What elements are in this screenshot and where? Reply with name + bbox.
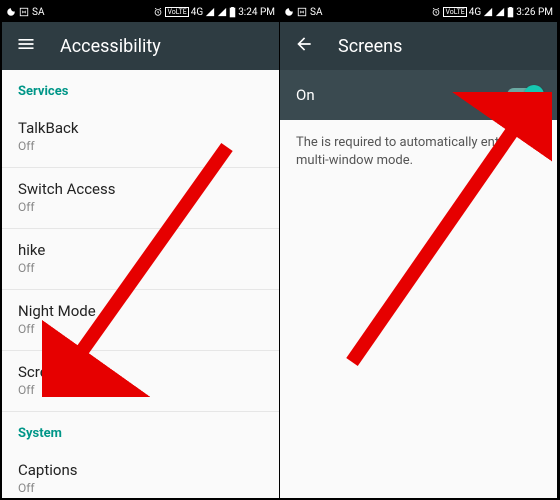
network-label: 4G [469,7,481,18]
app-bar: Accessibility [2,22,279,70]
moon-icon [284,7,294,17]
network-label: 4G [191,7,203,18]
signal-icon [483,7,493,17]
back-arrow-icon[interactable] [294,34,314,59]
list-item-night-mode[interactable]: Night Mode Off [2,290,279,351]
section-services: Services [2,70,279,107]
list-item-title: hike [18,241,263,259]
battery-icon [229,7,236,18]
settings-list: Services TalkBack Off Switch Access Off … [2,70,279,498]
battery-icon [507,7,514,18]
app-bar: Screens [280,22,557,70]
signal-icon [217,7,227,17]
page-title: Accessibility [60,36,161,57]
list-item-title: Screens [18,363,263,381]
signal-icon [495,7,505,17]
toggle-label: On [296,86,315,104]
nfc-icon [297,7,307,17]
switch-thumb-icon [524,85,544,105]
service-description: The is required to automatically enter m… [280,120,557,184]
list-item-talkback[interactable]: TalkBack Off [2,107,279,168]
list-item-title: TalkBack [18,119,263,137]
nfc-icon [19,7,29,17]
list-item-sub: Off [18,322,263,336]
list-item-sub: Off [18,139,263,153]
list-item-screens[interactable]: Screens Off [2,351,279,412]
phone-screens: SA VoLTE 4G 3:26 PM Screens On The is re… [280,2,558,498]
clock-label: 3:24 PM [238,7,275,18]
carrier-label: SA [32,7,44,18]
volte-icon: VoLTE [165,7,188,17]
volte-icon: VoLTE [443,7,466,17]
carrier-label: SA [310,7,322,18]
list-item-captions[interactable]: Captions Off [2,449,279,498]
list-item-sub: Off [18,200,263,214]
list-item-title: Captions [18,461,263,479]
master-toggle-row[interactable]: On [280,70,557,120]
content-area: The is required to automatically enter m… [280,120,557,498]
phone-accessibility: SA VoLTE 4G 3:24 PM Accessibility Servic… [2,2,280,498]
signal-icon [205,7,215,17]
page-title: Screens [338,36,402,57]
list-item-title: Switch Access [18,180,263,198]
list-item-sub: Off [18,383,263,397]
moon-icon [6,7,16,17]
list-item-hike[interactable]: hike Off [2,229,279,290]
alarm-icon [431,7,441,17]
list-item-sub: Off [18,481,263,495]
toggle-switch[interactable] [507,88,541,102]
list-item-sub: Off [18,261,263,275]
alarm-icon [153,7,163,17]
status-bar: SA VoLTE 4G 3:26 PM [280,2,557,22]
list-item-title: Night Mode [18,302,263,320]
clock-label: 3:26 PM [516,7,553,18]
section-system: System [2,412,279,449]
list-item-switch-access[interactable]: Switch Access Off [2,168,279,229]
status-bar: SA VoLTE 4G 3:24 PM [2,2,279,22]
hamburger-icon[interactable] [16,34,36,59]
